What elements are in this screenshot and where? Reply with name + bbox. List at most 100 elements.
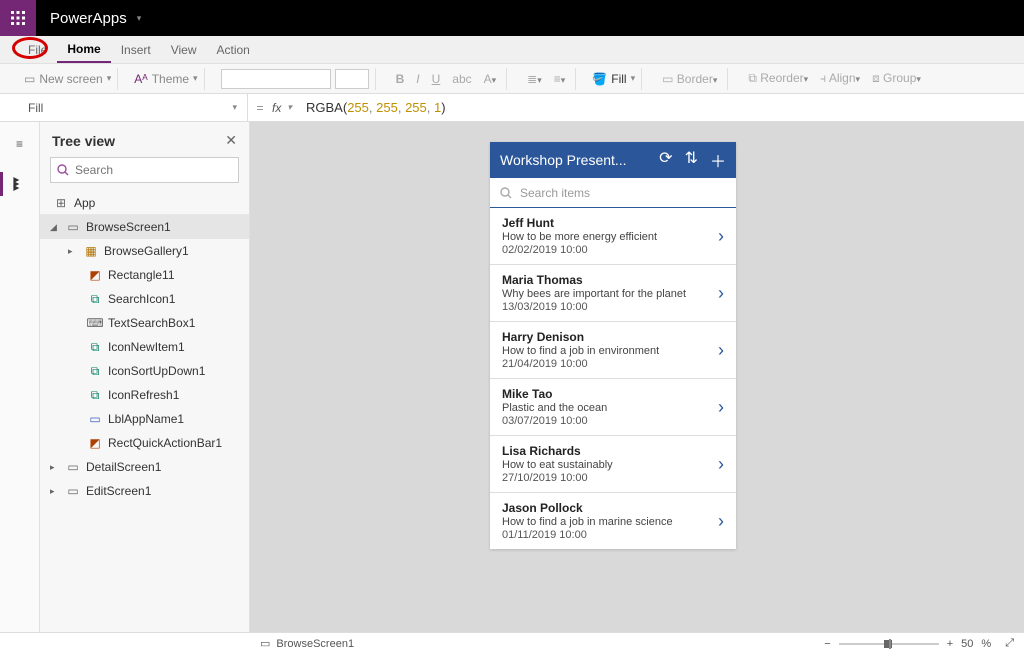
formula-input[interactable]: RGBA(255, 255, 255, 1) <box>302 100 1024 116</box>
chevron-down-icon: ▾ <box>137 13 142 24</box>
tree-node-browse-screen[interactable]: ◢ ▭ BrowseScreen1 <box>40 215 249 239</box>
tree-node-edit-screen[interactable]: ▸▭EditScreen1 <box>40 479 249 503</box>
app-title[interactable]: PowerApps ▾ <box>36 10 155 27</box>
equals-label: = <box>248 101 272 115</box>
canvas[interactable]: Workshop Present... ⟳ ⇅ ＋ Search items J… <box>250 122 1024 632</box>
hamburger-icon[interactable]: ≡ <box>6 130 34 158</box>
preview-list: Jeff HuntHow to be more energy efficient… <box>490 208 736 549</box>
search-placeholder: Search items <box>520 186 590 200</box>
shape-icon: ◩ <box>88 268 102 282</box>
collapse-icon[interactable]: ◢ <box>50 222 60 233</box>
italic-button[interactable]: I <box>412 72 423 86</box>
tree-node[interactable]: ⧉IconRefresh1 <box>40 383 249 407</box>
zoom-in-button[interactable]: + <box>947 638 953 650</box>
tree-search[interactable] <box>50 157 239 183</box>
menu-view[interactable]: View <box>161 36 207 63</box>
theme-button[interactable]: Theme <box>152 72 189 86</box>
screen-icon: ▭ <box>66 460 80 474</box>
zoom-value: 50 <box>961 638 973 650</box>
list-item[interactable]: Lisa RichardsHow to eat sustainably27/10… <box>490 436 736 493</box>
property-dropdown[interactable]: Fill ▾ <box>18 94 248 121</box>
underline-button[interactable]: U <box>428 72 445 86</box>
zoom-percent: % <box>981 638 991 650</box>
menu-home[interactable]: Home <box>57 36 110 63</box>
font-color-button[interactable]: A▾ <box>480 72 501 86</box>
menu-bar: File Home Insert View Action <box>0 36 1024 64</box>
tree-node-app[interactable]: ⊞ App <box>40 191 249 215</box>
tree-node[interactable]: ◩RectQuickActionBar1 <box>40 431 249 455</box>
app-icon: ⊞ <box>54 196 68 210</box>
expand-icon[interactable]: ▸ <box>50 462 60 473</box>
valign-button[interactable]: ≡▾ <box>550 72 570 86</box>
font-size-dropdown[interactable] <box>335 69 369 89</box>
sort-icon[interactable]: ⇅ <box>685 148 698 172</box>
textbox-icon: ⌨ <box>88 316 102 330</box>
expand-icon[interactable]: ▸ <box>68 246 78 257</box>
current-screen-label: BrowseScreen1 <box>276 638 354 650</box>
new-screen-button[interactable]: New screen <box>39 72 102 86</box>
menu-file[interactable]: File <box>18 36 57 63</box>
list-item[interactable]: Jason PollockHow to find a job in marine… <box>490 493 736 549</box>
app-title-text: PowerApps <box>50 10 127 27</box>
chevron-right-icon: › <box>718 226 724 247</box>
list-item[interactable]: Harry DenisonHow to find a job in enviro… <box>490 322 736 379</box>
property-label: Fill <box>28 101 43 115</box>
theme-icon: Aᴬ <box>134 72 147 86</box>
control-icon: ⧉ <box>88 340 102 354</box>
main-area: ≡ Tree view ✕ ⊞ App ◢ ▭ BrowseScreen1 ▸ <box>0 122 1024 632</box>
phone-preview: Workshop Present... ⟳ ⇅ ＋ Search items J… <box>490 142 736 549</box>
tree-node-gallery[interactable]: ▸ ▦ BrowseGallery1 <box>40 239 249 263</box>
tree-panel: Tree view ✕ ⊞ App ◢ ▭ BrowseScreen1 ▸ ▦ … <box>40 122 250 632</box>
close-icon[interactable]: ✕ <box>225 132 237 149</box>
label-icon: ▭ <box>88 412 102 426</box>
menu-action[interactable]: Action <box>207 36 260 63</box>
strikethrough-button[interactable]: abc <box>448 72 475 86</box>
reorder-button[interactable]: ⧉ Reorder▾ <box>744 71 812 86</box>
chevron-right-icon: › <box>718 340 724 361</box>
menu-insert[interactable]: Insert <box>111 36 161 63</box>
list-item[interactable]: Jeff HuntHow to be more energy efficient… <box>490 208 736 265</box>
zoom-out-button[interactable]: − <box>824 638 830 650</box>
status-bar: ▭ BrowseScreen1 − + 50 % ⤢ <box>0 632 1024 654</box>
expand-icon[interactable]: ▸ <box>50 486 60 497</box>
title-bar: PowerApps ▾ <box>0 0 1024 36</box>
chevron-right-icon: › <box>718 454 724 475</box>
chevron-right-icon: › <box>718 283 724 304</box>
list-item[interactable]: Maria ThomasWhy bees are important for t… <box>490 265 736 322</box>
screen-icon: ▭ <box>24 72 35 86</box>
tree-list: ⊞ App ◢ ▭ BrowseScreen1 ▸ ▦ BrowseGaller… <box>40 191 249 632</box>
tree-view-icon[interactable] <box>6 170 34 198</box>
tree-node[interactable]: ⧉IconNewItem1 <box>40 335 249 359</box>
ribbon: ▭ New screen▾ Aᴬ Theme▾ B I U abc A▾ ≣▾ … <box>0 64 1024 94</box>
fill-button[interactable]: Fill <box>611 72 626 86</box>
border-button[interactable]: ▭ Border▾ <box>658 72 721 86</box>
shape-icon: ◩ <box>88 436 102 450</box>
screen-icon: ▭ <box>66 220 80 234</box>
chevron-right-icon: › <box>718 511 724 532</box>
tree-node[interactable]: ⧉SearchIcon1 <box>40 287 249 311</box>
tree-node[interactable]: ◩Rectangle11 <box>40 263 249 287</box>
chevron-right-icon: › <box>718 397 724 418</box>
tree-node-detail-screen[interactable]: ▸▭DetailScreen1 <box>40 455 249 479</box>
refresh-icon[interactable]: ⟳ <box>659 148 672 172</box>
tree-search-input[interactable] <box>75 163 232 177</box>
list-item[interactable]: Mike TaoPlastic and the ocean03/07/2019 … <box>490 379 736 436</box>
group-button[interactable]: ⧈ Group▾ <box>868 71 925 86</box>
font-family-dropdown[interactable] <box>221 69 331 89</box>
fit-to-window-icon[interactable]: ⤢ <box>1005 637 1014 650</box>
tree-node[interactable]: ▭LblAppName1 <box>40 407 249 431</box>
align-objects-button[interactable]: ⫞ Align▾ <box>816 71 864 86</box>
add-icon[interactable]: ＋ <box>710 148 726 172</box>
control-icon: ⧉ <box>88 388 102 402</box>
gallery-icon: ▦ <box>84 244 98 258</box>
fx-label[interactable]: fx▾ <box>272 101 302 115</box>
screen-icon: ▭ <box>66 484 80 498</box>
preview-title: Workshop Present... <box>500 152 659 168</box>
tree-node[interactable]: ⌨TextSearchBox1 <box>40 311 249 335</box>
waffle-menu[interactable] <box>0 0 36 36</box>
zoom-slider[interactable] <box>839 643 939 645</box>
align-button[interactable]: ≣▾ <box>523 72 546 86</box>
preview-search[interactable]: Search items <box>490 178 736 208</box>
tree-node[interactable]: ⧉IconSortUpDown1 <box>40 359 249 383</box>
bold-button[interactable]: B <box>392 72 409 86</box>
